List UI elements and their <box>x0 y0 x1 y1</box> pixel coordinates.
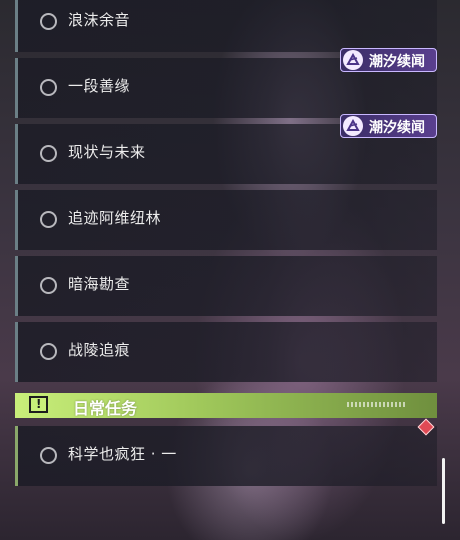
exclamation-icon: ! <box>29 396 48 413</box>
quest-tag-badge: 潮汐续闻 <box>340 48 437 72</box>
quest-tag-label: 潮汐续闻 <box>369 54 425 70</box>
quest-tag-badge: 潮汐续闻 <box>340 114 437 138</box>
quest-item-label: 科学也疯狂 · 一 <box>68 445 177 463</box>
quest-status-circle-icon <box>40 13 57 30</box>
quest-item-bar <box>15 58 18 118</box>
quest-item-label: 现状与未来 <box>68 143 146 161</box>
quest-tag-label: 潮汐续闻 <box>369 120 425 136</box>
quest-item-bar <box>15 322 18 382</box>
quest-item-label: 浪沫余音 <box>68 11 131 29</box>
header-decoration <box>347 402 407 407</box>
quest-item[interactable]: 暗海勘查 <box>15 256 437 316</box>
section-title: 日常任务 <box>73 399 138 418</box>
quest-item-label: 暗海勘查 <box>68 275 131 293</box>
quest-status-circle-icon <box>40 277 57 294</box>
quest-item[interactable]: 追迹阿维纽林 <box>15 190 437 250</box>
quest-item-bar <box>15 190 18 250</box>
tidal-tag-icon <box>343 116 363 136</box>
quest-item-bar <box>15 426 18 486</box>
quest-item-bar <box>15 124 18 184</box>
quest-item-bar <box>15 0 18 52</box>
quest-status-circle-icon <box>40 145 57 162</box>
scrollbar[interactable] <box>442 458 445 524</box>
quest-status-circle-icon <box>40 79 57 96</box>
daily-quest-item[interactable]: 科学也疯狂 · 一 <box>15 426 437 486</box>
quest-item-label: 一段善缘 <box>68 77 131 95</box>
quest-status-circle-icon <box>40 447 57 464</box>
quest-item[interactable]: 战陵追痕 <box>15 322 437 382</box>
daily-section-header[interactable]: ! 日常任务 <box>15 393 437 418</box>
quest-item[interactable]: 浪沫余音 <box>15 0 437 52</box>
tidal-tag-icon <box>343 50 363 70</box>
quest-status-circle-icon <box>40 343 57 360</box>
quest-item-label: 战陵追痕 <box>68 341 131 359</box>
quest-status-circle-icon <box>40 211 57 228</box>
quest-item-label: 追迹阿维纽林 <box>68 209 162 227</box>
quest-item-bar <box>15 256 18 316</box>
